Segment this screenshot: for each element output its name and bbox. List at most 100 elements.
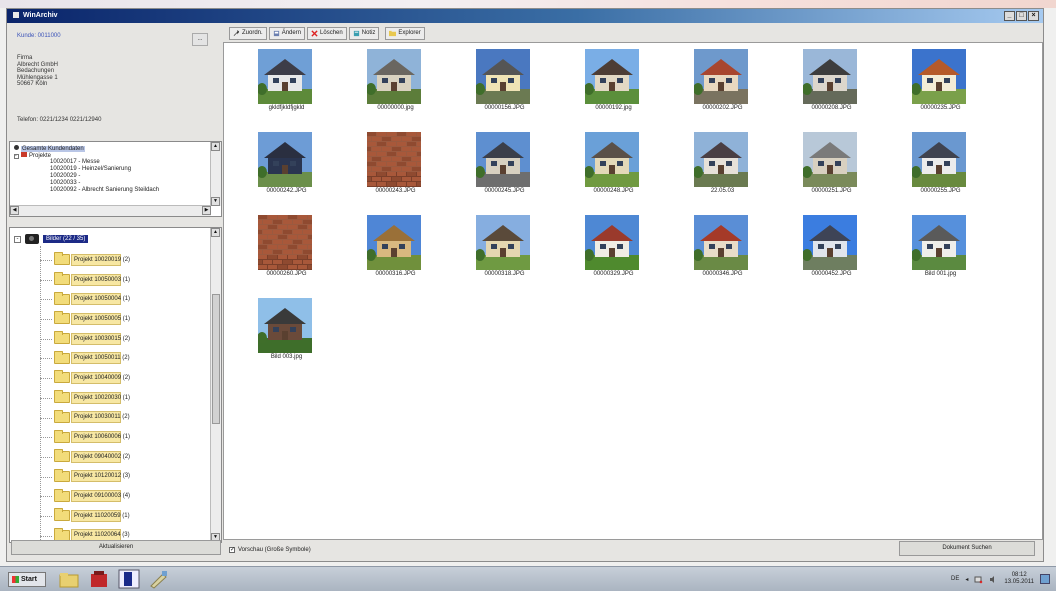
show-desktop-icon[interactable] — [1040, 574, 1050, 584]
tree-folder-item[interactable]: Projekt 11020059 (1) — [36, 506, 130, 526]
tree-item-project[interactable]: 10020092 - Albrecht Sanierung Steildach — [50, 187, 159, 193]
preview-checkbox[interactable]: ✓ — [229, 547, 235, 553]
house-photo[interactable] — [585, 132, 639, 187]
tree-folder-item[interactable]: Projekt 10120012 (3) — [36, 467, 130, 487]
tree-expander-icon[interactable]: - — [14, 154, 19, 159]
thumbnail-tile[interactable]: gkldfjkldfjgkld — [232, 47, 341, 117]
thumbnail-tile[interactable]: 00000208.JPG — [777, 47, 886, 117]
thumbnail-view[interactable]: gkldfjkldfjgkld 00000000.jpg 00000156.JPG 0… — [223, 42, 1043, 540]
image-folder-tree[interactable]: - Bilder (22 / 35) Projekt 10020019 (2) P… — [9, 227, 222, 543]
thumbnail-tile[interactable]: 00000452.JPG — [777, 213, 886, 283]
tree-item-project[interactable]: 10020029 - — [50, 173, 80, 179]
house-photo[interactable] — [912, 49, 966, 104]
house-photo[interactable] — [367, 132, 421, 187]
customer-select-button[interactable]: ... — [192, 33, 208, 46]
house-photo[interactable] — [476, 49, 530, 104]
scroll-left-arrow-icon[interactable]: ◀ — [10, 206, 19, 215]
tree-item-root[interactable]: Gesamte Kundendaten — [14, 145, 85, 152]
scroll-down-arrow-icon[interactable]: ▼ — [211, 197, 220, 206]
folder-app-icon[interactable] — [58, 569, 80, 589]
house-photo[interactable] — [694, 215, 748, 270]
thumbnail-tile[interactable]: 00000235.JPG — [886, 47, 995, 117]
thumbnail-tile[interactable]: Bild 001.jpg — [886, 213, 995, 283]
tree-folder-item[interactable]: Projekt 10050005 (1) — [36, 309, 130, 329]
house-photo[interactable] — [803, 132, 857, 187]
scroll-up-arrow-icon[interactable]: ▲ — [211, 142, 220, 151]
house-photo[interactable] — [476, 132, 530, 187]
customer-data-tree[interactable]: Gesamte Kundendaten - Projekte 10020017 -… — [9, 141, 222, 217]
house-photo[interactable] — [258, 132, 312, 187]
house-photo[interactable] — [476, 215, 530, 270]
thumbnail-tile[interactable]: 00000000.jpg — [341, 47, 450, 117]
thumbnail-tile[interactable]: 00000316.JPG — [341, 213, 450, 283]
thumbnail-tile[interactable]: 00000318.JPG — [450, 213, 559, 283]
house-photo[interactable] — [585, 49, 639, 104]
thumbnail-tile[interactable]: 22.05.03 — [668, 130, 777, 200]
tree-top-horizontal-scrollbar[interactable]: ◀ ▶ — [10, 205, 211, 216]
scroll-up-arrow-icon[interactable]: ▲ — [211, 228, 220, 237]
thumbnail-tile[interactable]: 00000202.JPG — [668, 47, 777, 117]
tree-item-bilder[interactable]: - Bilder (22 / 35) — [14, 232, 89, 246]
tray-arrow-icon[interactable]: ◂ — [965, 576, 968, 583]
house-photo[interactable] — [367, 215, 421, 270]
tree-folder-item[interactable]: Projekt 10050011 (2) — [36, 348, 130, 368]
house-photo[interactable] — [803, 215, 857, 270]
tree-folder-item[interactable]: Projekt 09100003 (4) — [36, 486, 130, 506]
tree-folder-item[interactable]: Projekt 10040009 (2) — [36, 368, 130, 388]
house-photo[interactable] — [694, 49, 748, 104]
thumbnail-tile[interactable]: 00000242.JPG — [232, 130, 341, 200]
preview-option[interactable]: ✓ Vorschau (Große Symbole) — [229, 547, 311, 553]
title-bar[interactable]: WinArchiv _ □ × — [7, 9, 1043, 23]
tree-folder-item[interactable]: Projekt 10030015 (2) — [36, 329, 130, 349]
thumbnail-tile[interactable]: 00000260.JPG — [232, 213, 341, 283]
tree-folder-item[interactable]: Projekt 10050004 (1) — [36, 289, 130, 309]
house-photo[interactable] — [694, 132, 748, 187]
thumbnail-tile[interactable]: 00000243.JPG — [341, 130, 450, 200]
scrollbar-thumb[interactable] — [212, 294, 220, 424]
tree-bottom-vertical-scrollbar[interactable]: ▲ ▼ — [210, 228, 221, 542]
volume-icon[interactable] — [989, 575, 998, 584]
thumbnail-tile[interactable]: 00000255.JPG — [886, 130, 995, 200]
house-photo[interactable] — [258, 298, 312, 353]
dokument-suchen-button[interactable]: Dokument Suchen — [899, 541, 1035, 556]
close-button[interactable]: × — [1028, 11, 1039, 21]
thumbnail-tile[interactable]: 00000248.JPG — [559, 130, 668, 200]
thumbnail-tile[interactable]: 00000346.JPG — [668, 213, 777, 283]
house-photo[interactable] — [912, 132, 966, 187]
house-photo[interactable] — [803, 49, 857, 104]
tree-folder-item[interactable]: Projekt 10030011 (2) — [36, 408, 130, 428]
maximize-button[interactable]: □ — [1016, 11, 1027, 21]
thumbnail-tile[interactable]: Bild 003.jpg — [232, 296, 341, 366]
thumbnail-tile[interactable]: 00000192.jpg — [559, 47, 668, 117]
tree-item-project[interactable]: 10020019 - Heinzel/Sanierung — [50, 166, 131, 172]
tree-expander-icon[interactable]: - — [14, 235, 21, 243]
clock[interactable]: 08:12 13.05.2011 — [1004, 572, 1034, 586]
notiz-button[interactable]: Notiz — [348, 27, 380, 40]
network-icon[interactable] — [974, 575, 983, 584]
language-indicator[interactable]: DE — [951, 576, 959, 582]
scroll-right-arrow-icon[interactable]: ▶ — [202, 206, 211, 215]
aktualisieren-button[interactable]: Aktualisieren — [11, 540, 221, 555]
thumbnail-tile[interactable]: 00000245.JPG — [450, 130, 559, 200]
house-photo[interactable] — [258, 49, 312, 104]
explorer-button[interactable]: Explorer — [385, 27, 425, 40]
tree-item-projekte[interactable]: - Projekte — [14, 152, 51, 159]
thumbnail-tile[interactable]: 00000329.JPG — [559, 213, 668, 283]
house-photo[interactable] — [258, 215, 312, 270]
tree-folder-item[interactable]: Projekt 10060006 (1) — [36, 427, 130, 447]
tree-folder-item[interactable]: Projekt 10020019 (2) — [36, 250, 130, 270]
zuordnen-button[interactable]: Zuordn. — [229, 27, 267, 40]
tools-app-icon[interactable] — [148, 569, 170, 589]
winarchiv-app-icon[interactable] — [118, 569, 140, 589]
house-photo[interactable] — [912, 215, 966, 270]
red-app-icon[interactable] — [88, 569, 110, 589]
house-photo[interactable] — [367, 49, 421, 104]
thumbnail-tile[interactable]: 00000156.JPG — [450, 47, 559, 117]
minimize-button[interactable]: _ — [1004, 11, 1015, 21]
thumbnail-tile[interactable]: 00000251.JPG — [777, 130, 886, 200]
tree-folder-item[interactable]: Projekt 09040002 (2) — [36, 447, 130, 467]
tree-item-project[interactable]: 10020017 - Messe — [50, 159, 100, 165]
tree-item-project[interactable]: 10020033 - — [50, 180, 80, 186]
tree-folder-item[interactable]: Projekt 10050003 (1) — [36, 270, 130, 290]
tree-folder-item[interactable]: Projekt 10020030 (1) — [36, 388, 130, 408]
